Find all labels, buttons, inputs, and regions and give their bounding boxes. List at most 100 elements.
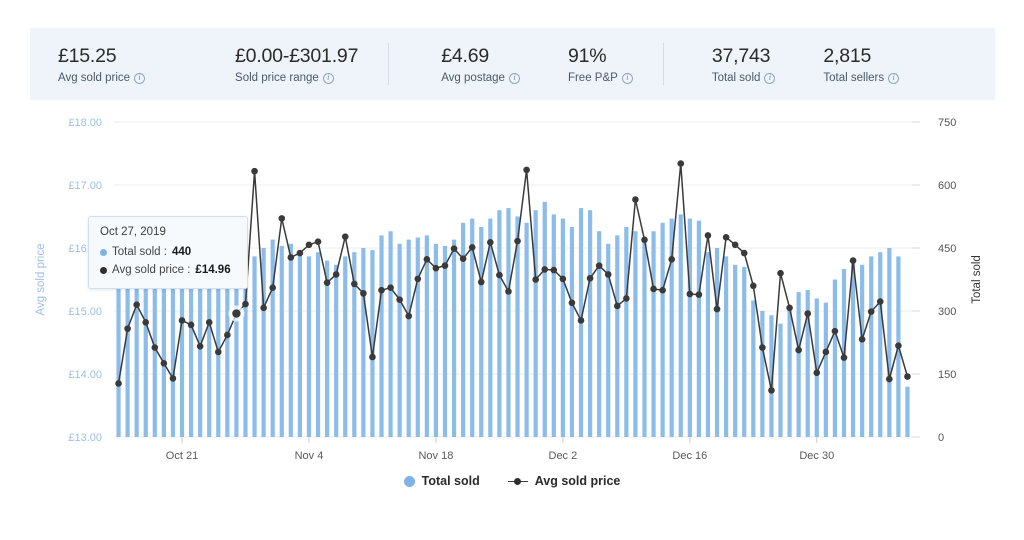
data-point[interactable]	[768, 387, 775, 394]
bar[interactable]	[797, 292, 801, 437]
data-point[interactable]	[251, 168, 258, 175]
data-point[interactable]	[813, 369, 820, 376]
data-point[interactable]	[605, 271, 612, 278]
bar[interactable]	[171, 269, 175, 437]
bar[interactable]	[334, 265, 338, 437]
data-point[interactable]	[224, 332, 231, 339]
bar[interactable]	[135, 271, 139, 437]
data-point[interactable]	[170, 375, 177, 382]
data-point[interactable]	[242, 301, 249, 308]
data-point[interactable]	[197, 343, 204, 350]
data-point[interactable]	[460, 255, 467, 262]
bar[interactable]	[398, 244, 402, 437]
data-point[interactable]	[777, 270, 784, 277]
data-point[interactable]	[179, 317, 186, 324]
data-point[interactable]	[677, 160, 684, 167]
data-point[interactable]	[206, 319, 213, 326]
data-point[interactable]	[478, 279, 485, 286]
info-icon[interactable]: i	[509, 73, 520, 84]
bar[interactable]	[407, 240, 411, 437]
data-point[interactable]	[405, 313, 412, 320]
bar[interactable]	[126, 269, 130, 437]
data-point[interactable]	[387, 284, 394, 291]
bar[interactable]	[479, 227, 483, 437]
data-point[interactable]	[288, 254, 295, 261]
bar[interactable]	[361, 248, 365, 437]
info-icon[interactable]: i	[323, 73, 334, 84]
data-point[interactable]	[142, 319, 149, 326]
data-point[interactable]	[342, 233, 349, 240]
bar[interactable]	[534, 210, 538, 437]
data-point[interactable]	[369, 354, 376, 361]
bar[interactable]	[778, 324, 782, 437]
bar[interactable]	[787, 307, 791, 437]
data-point[interactable]	[442, 262, 449, 269]
data-point[interactable]	[351, 281, 358, 288]
data-point[interactable]	[786, 305, 793, 312]
data-point[interactable]	[732, 242, 739, 249]
bar[interactable]	[153, 269, 157, 437]
info-icon[interactable]: i	[622, 73, 633, 84]
bar[interactable]	[869, 256, 873, 437]
bar[interactable]	[688, 219, 692, 437]
data-point[interactable]	[641, 237, 648, 244]
data-point[interactable]	[133, 301, 140, 308]
bar[interactable]	[379, 235, 383, 437]
data-point[interactable]	[152, 344, 159, 351]
bar[interactable]	[289, 244, 293, 437]
bar[interactable]	[624, 227, 628, 437]
bar[interactable]	[307, 256, 311, 437]
bar[interactable]	[642, 238, 646, 438]
data-point[interactable]	[487, 239, 494, 246]
bar[interactable]	[715, 248, 719, 437]
bar[interactable]	[144, 267, 148, 437]
bar[interactable]	[851, 261, 855, 437]
data-point[interactable]	[278, 215, 285, 222]
data-point[interactable]	[569, 300, 576, 307]
data-point[interactable]	[868, 308, 875, 315]
bar[interactable]	[570, 227, 574, 437]
data-point[interactable]	[232, 309, 240, 317]
data-point[interactable]	[514, 238, 521, 245]
bar[interactable]	[878, 252, 882, 437]
data-point[interactable]	[469, 244, 476, 251]
data-point[interactable]	[414, 276, 421, 283]
bar[interactable]	[824, 303, 828, 437]
data-point[interactable]	[215, 349, 222, 356]
bar[interactable]	[552, 214, 556, 437]
data-point[interactable]	[804, 310, 811, 317]
data-point[interactable]	[333, 271, 340, 278]
bar[interactable]	[833, 280, 837, 438]
bar[interactable]	[651, 231, 655, 437]
data-point[interactable]	[650, 286, 657, 293]
bar[interactable]	[343, 256, 347, 437]
bar[interactable]	[116, 282, 120, 437]
chart-canvas[interactable]: £13.000£14.00150£15.00300£16.00450£17.00…	[0, 104, 1024, 504]
legend-item-avg-sold-price[interactable]: Avg sold price	[508, 474, 621, 488]
data-point[interactable]	[124, 325, 131, 332]
bar[interactable]	[887, 248, 891, 437]
bar[interactable]	[271, 240, 275, 437]
bar[interactable]	[425, 235, 429, 437]
legend-item-total-sold[interactable]: Total sold	[404, 474, 480, 488]
data-point[interactable]	[360, 290, 367, 297]
bar[interactable]	[434, 244, 438, 437]
data-point[interactable]	[297, 250, 304, 257]
data-point[interactable]	[532, 276, 539, 283]
data-point[interactable]	[705, 232, 712, 239]
bar[interactable]	[225, 277, 229, 437]
data-point[interactable]	[424, 256, 431, 263]
data-point[interactable]	[668, 256, 675, 263]
bar[interactable]	[525, 223, 529, 437]
info-icon[interactable]: i	[888, 73, 899, 84]
bar[interactable]	[615, 235, 619, 437]
bar[interactable]	[706, 252, 710, 437]
bar[interactable]	[506, 208, 510, 437]
data-point[interactable]	[505, 288, 512, 295]
data-point[interactable]	[850, 257, 857, 264]
data-point[interactable]	[578, 317, 585, 324]
bar[interactable]	[742, 267, 746, 437]
data-point[interactable]	[904, 373, 911, 380]
data-point[interactable]	[696, 291, 703, 298]
data-point[interactable]	[659, 287, 666, 294]
